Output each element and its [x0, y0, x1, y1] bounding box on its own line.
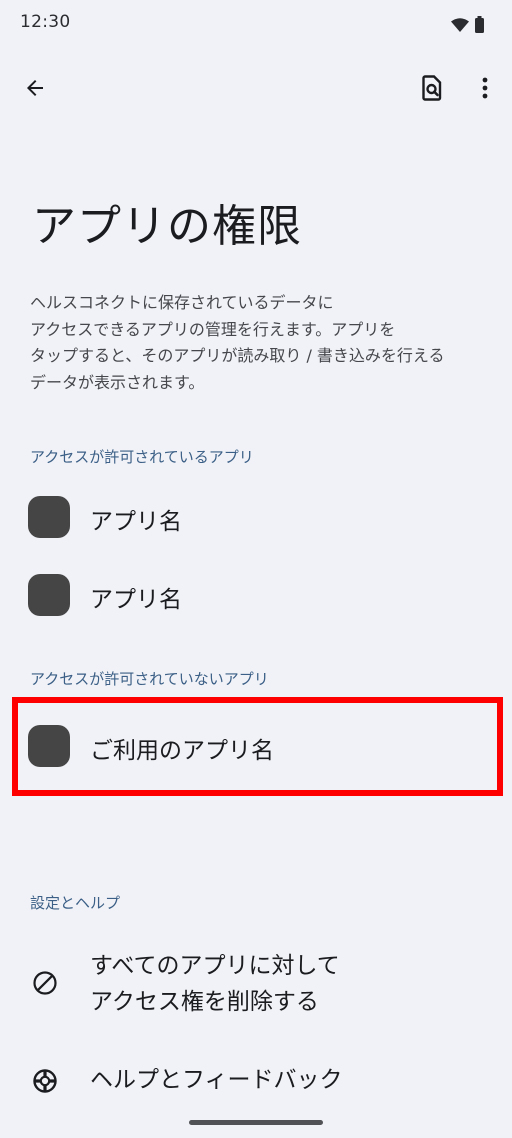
allowed-app-row[interactable]: アプリ名: [0, 482, 512, 552]
block-icon: [30, 968, 60, 998]
gesture-nav-handle[interactable]: [189, 1120, 323, 1125]
document-search-icon: [420, 75, 444, 105]
more-options-button[interactable]: [465, 70, 505, 110]
allowed-app-row[interactable]: アプリ名: [0, 560, 512, 630]
screen: 12:30 アプリの権限 ヘルスコネクトに保存されているデータに アクセスできる…: [0, 0, 512, 1138]
app-icon: [28, 574, 70, 616]
wifi-icon: [451, 17, 469, 36]
description-line: アクセスできるアプリの管理を行えます。アプリを: [30, 319, 396, 339]
status-icons: [451, 16, 484, 37]
highlight-box: [12, 697, 503, 796]
label-line: すべてのアプリに対して: [90, 953, 340, 979]
description-line: ヘルスコネクトに保存されているデータに: [30, 293, 334, 312]
back-button[interactable]: [15, 70, 55, 110]
remove-all-access-label: すべてのアプリに対して アクセス権を削除する: [90, 948, 340, 1020]
description-line: データが表示されます。: [30, 372, 205, 392]
page-title: アプリの権限: [32, 201, 302, 252]
help-lifebuoy-icon: [30, 1066, 60, 1096]
allowed-apps-header: アクセスが許可されているアプリ: [30, 448, 254, 466]
status-time: 12:30: [20, 12, 71, 32]
remove-all-access-row[interactable]: すべてのアプリに対して アクセス権を削除する: [0, 944, 512, 1024]
label-line: アクセス権を削除する: [90, 989, 319, 1015]
app-name: アプリ名: [90, 587, 182, 613]
help-feedback-row[interactable]: ヘルプとフィードバック: [0, 1056, 512, 1106]
document-search-button[interactable]: [412, 70, 452, 110]
app-name: アプリ名: [90, 509, 182, 535]
label-line: ヘルプとフィードバック: [90, 1067, 343, 1093]
app-icon: [28, 496, 70, 538]
page-description: ヘルスコネクトに保存されているデータに アクセスできるアプリの管理を行えます。ア…: [30, 290, 490, 396]
more-vert-icon: [482, 77, 488, 103]
settings-help-header: 設定とヘルプ: [30, 894, 121, 912]
battery-icon: [475, 16, 484, 37]
denied-apps-header: アクセスが許可されていないアプリ: [30, 670, 269, 688]
help-feedback-label: ヘルプとフィードバック: [90, 1062, 343, 1098]
arrow-back-icon: [23, 76, 47, 104]
description-line: タップすると、そのアプリが読み取り / 書き込みを行える: [30, 346, 445, 365]
